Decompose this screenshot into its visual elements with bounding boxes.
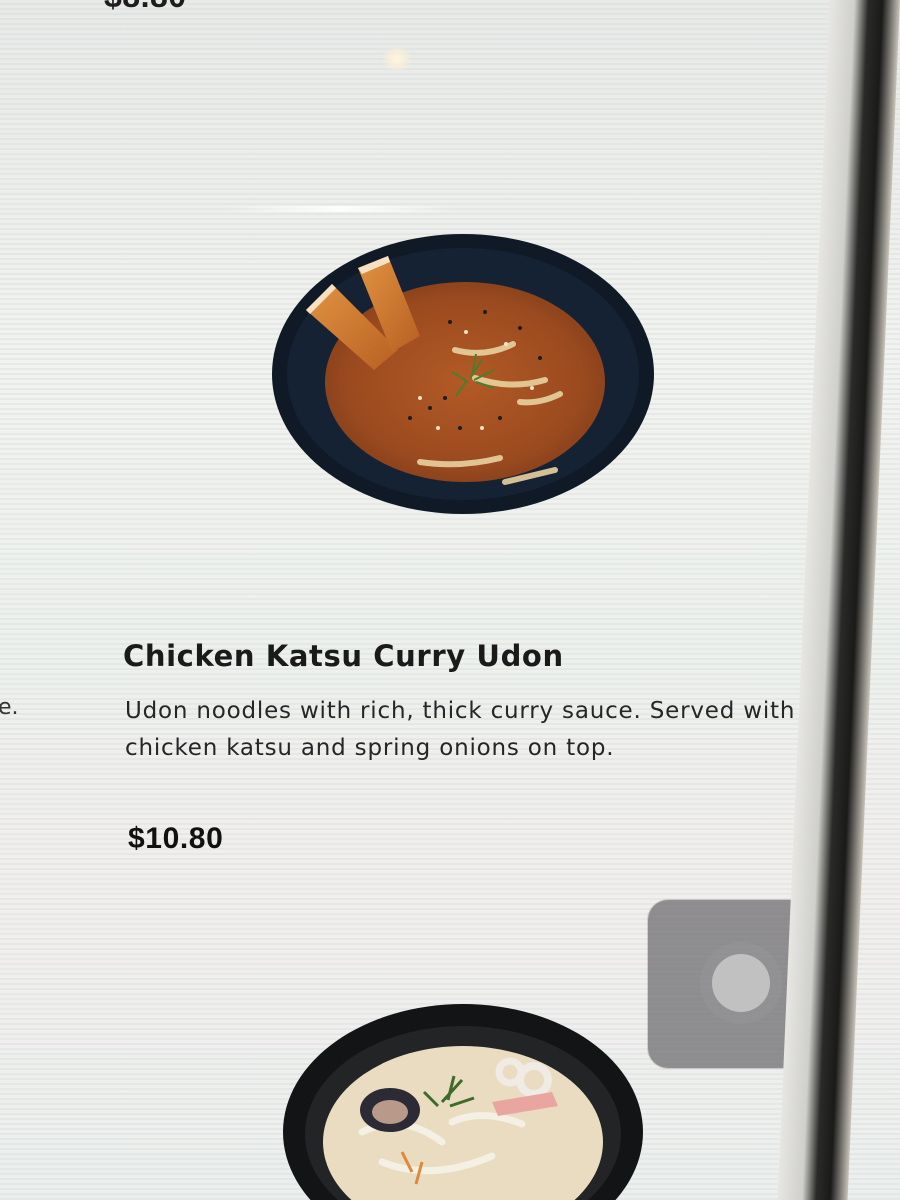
screen-glare-line — [225, 206, 455, 212]
kiosk-screen: $8.80 e. — [0, 0, 900, 1200]
screen-bezel — [777, 0, 900, 1200]
next-item-image[interactable] — [282, 1002, 644, 1200]
previous-item-price: $8.80 — [104, 0, 187, 15]
item-price: $10.80 — [128, 822, 224, 855]
assistive-touch-icon-center — [712, 954, 770, 1012]
screen-glare — [380, 48, 414, 70]
item-description: Udon noodles with rich, thick curry sauc… — [125, 698, 796, 761]
item-image[interactable] — [270, 232, 656, 518]
item-title: Chicken Katsu Curry Udon — [123, 639, 564, 673]
previous-item-description-tail: e. — [0, 695, 19, 720]
